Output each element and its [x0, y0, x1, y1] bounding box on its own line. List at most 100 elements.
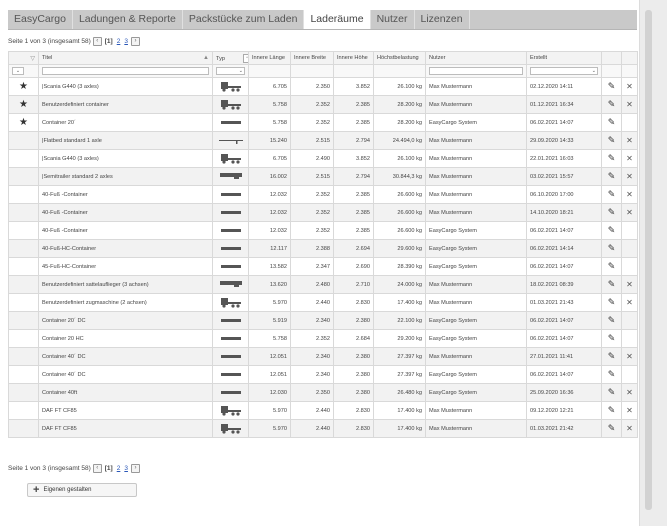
- favorite-cell[interactable]: [8, 239, 39, 258]
- favorite-cell[interactable]: [8, 293, 39, 312]
- table-row[interactable]: |Scania G440 (3 axles) 6.705 2.490 3.852 26.…: [8, 149, 638, 168]
- pager-next-button[interactable]: ›: [130, 464, 140, 473]
- favorite-cell[interactable]: [8, 329, 39, 348]
- col-title-header[interactable]: Titel ▲: [38, 51, 213, 65]
- pencil-icon[interactable]: ✎: [608, 153, 616, 163]
- close-icon[interactable]: ✕: [626, 352, 633, 361]
- tab-ladungen-reporte[interactable]: Ladungen & Reporte: [73, 10, 183, 29]
- favorite-cell[interactable]: [8, 221, 39, 240]
- tab-packstuecke[interactable]: Packstücke zum Laden: [183, 10, 305, 29]
- favorite-cell[interactable]: [8, 203, 39, 222]
- filter-user-input[interactable]: [429, 67, 523, 75]
- page-scrollbar[interactable]: [639, 0, 667, 526]
- star-icon[interactable]: ★: [19, 117, 28, 128]
- pager-page-3[interactable]: 3: [123, 465, 129, 472]
- pencil-icon[interactable]: ✎: [608, 315, 616, 325]
- col-type-header[interactable]: Typ ▫: [212, 51, 249, 65]
- close-icon[interactable]: ✕: [626, 280, 633, 289]
- table-row[interactable]: ★ |Scania G440 (3 axles) 6.705 2.350 3.852 26…: [8, 77, 638, 96]
- close-icon[interactable]: ✕: [626, 172, 633, 181]
- pencil-icon[interactable]: ✎: [608, 423, 616, 433]
- pager-prev-button[interactable]: ‹: [92, 464, 102, 473]
- pencil-icon[interactable]: ✎: [608, 171, 616, 181]
- table-row[interactable]: |Flatbed standard 1 axle 15.240 2.515 2.794…: [8, 131, 638, 150]
- close-icon[interactable]: ✕: [626, 388, 633, 397]
- pencil-icon[interactable]: ✎: [608, 135, 616, 145]
- close-icon[interactable]: ✕: [626, 100, 633, 109]
- close-icon[interactable]: ✕: [626, 406, 633, 415]
- close-icon[interactable]: ✕: [626, 82, 633, 91]
- star-icon[interactable]: ★: [19, 99, 28, 110]
- col-created-header[interactable]: Erstellt: [526, 51, 602, 65]
- table-row[interactable]: Container 40´ DC 12.051 2.340 2.380 27.397 k…: [8, 365, 638, 384]
- favorite-cell[interactable]: ★: [8, 95, 39, 114]
- pencil-icon[interactable]: ✎: [608, 297, 616, 307]
- favorite-cell[interactable]: [8, 185, 39, 204]
- filter-favorite-select[interactable]: ⌄: [12, 67, 24, 75]
- table-row[interactable]: DAF FT CF85 5.970 2.440 2.830 17.400 kg Max M…: [8, 419, 638, 438]
- pencil-icon[interactable]: ✎: [608, 207, 616, 217]
- filter-type-select[interactable]: ⌄: [216, 67, 245, 75]
- favorite-cell[interactable]: [8, 419, 39, 438]
- favorite-cell[interactable]: [8, 167, 39, 186]
- close-icon[interactable]: ✕: [626, 298, 633, 307]
- col-width-header[interactable]: Innere Breite: [290, 51, 334, 65]
- pencil-icon[interactable]: ✎: [608, 333, 616, 343]
- favorite-cell[interactable]: [8, 347, 39, 366]
- pager-next-button[interactable]: ›: [130, 37, 140, 46]
- star-icon[interactable]: ★: [19, 81, 28, 92]
- tab-easycargo[interactable]: EasyCargo: [8, 10, 73, 29]
- pencil-icon[interactable]: ✎: [608, 261, 616, 271]
- favorite-cell[interactable]: [8, 275, 39, 294]
- table-row[interactable]: Container 40´ DC 12.051 2.340 2.380 27.397 k…: [8, 347, 638, 366]
- favorite-cell[interactable]: [8, 149, 39, 168]
- pencil-icon[interactable]: ✎: [608, 117, 616, 127]
- col-user-header[interactable]: Nutzer: [425, 51, 527, 65]
- pencil-icon[interactable]: ✎: [608, 99, 616, 109]
- tab-lizenzen[interactable]: Lizenzen: [415, 10, 470, 29]
- type-menu-icon[interactable]: ▫: [242, 53, 248, 63]
- table-row[interactable]: 40-Fuß-HC-Container 12.117 2.388 2.694 29.60…: [8, 239, 638, 258]
- tab-laderaeume[interactable]: Laderäume: [304, 10, 371, 29]
- table-row[interactable]: Benutzerdefiniert sattelauflieger (3 ach…: [8, 275, 638, 294]
- pencil-icon[interactable]: ✎: [608, 225, 616, 235]
- table-row[interactable]: 40-Fuß -Container 12.032 2.352 2.385 26.600 …: [8, 203, 638, 222]
- filter-icon[interactable]: ▽: [30, 55, 35, 62]
- pencil-icon[interactable]: ✎: [608, 351, 616, 361]
- pager-prev-button[interactable]: ‹: [92, 37, 102, 46]
- sort-asc-icon[interactable]: ▲: [203, 55, 209, 61]
- table-row[interactable]: DAF FT CF85 5.970 2.440 2.830 17.400 kg Max M…: [8, 401, 638, 420]
- create-custom-button[interactable]: + Eigenen gestalten: [27, 483, 137, 497]
- close-icon[interactable]: ✕: [626, 424, 633, 433]
- pencil-icon[interactable]: ✎: [608, 81, 616, 91]
- pencil-icon[interactable]: ✎: [608, 279, 616, 289]
- table-row[interactable]: |Semitrailer standard 2 axles 16.002 2.515…: [8, 167, 638, 186]
- close-icon[interactable]: ✕: [626, 190, 633, 199]
- pager-page-2[interactable]: 2: [116, 465, 122, 472]
- pencil-icon[interactable]: ✎: [608, 405, 616, 415]
- page-scroll-thumb[interactable]: [645, 10, 652, 510]
- table-row[interactable]: Benutzerdefiniert zugmaschine (2 achsen)…: [8, 293, 638, 312]
- pencil-icon[interactable]: ✎: [608, 189, 616, 199]
- pager-page-2[interactable]: 2: [116, 38, 122, 45]
- tab-nutzer[interactable]: Nutzer: [371, 10, 415, 29]
- pencil-icon[interactable]: ✎: [608, 387, 616, 397]
- favorite-cell[interactable]: [8, 257, 39, 276]
- table-row[interactable]: 40-Fuß -Container 12.032 2.352 2.385 26.600 …: [8, 185, 638, 204]
- close-icon[interactable]: ✕: [626, 136, 633, 145]
- pencil-icon[interactable]: ✎: [608, 369, 616, 379]
- table-row[interactable]: Container 20 HC 5.758 2.352 2.684 29.200 kg E…: [8, 329, 638, 348]
- favorite-cell[interactable]: ★: [8, 113, 39, 132]
- favorite-cell[interactable]: [8, 401, 39, 420]
- pager-page-3[interactable]: 3: [123, 38, 129, 45]
- favorite-cell[interactable]: [8, 383, 39, 402]
- table-row[interactable]: Container 40ft 12.030 2.350 2.380 26.480 kg E…: [8, 383, 638, 402]
- close-icon[interactable]: ✕: [626, 154, 633, 163]
- filter-created-select[interactable]: ⌄: [530, 67, 598, 75]
- favorite-cell[interactable]: [8, 365, 39, 384]
- favorite-cell[interactable]: [8, 131, 39, 150]
- pencil-icon[interactable]: ✎: [608, 243, 616, 253]
- favorite-cell[interactable]: ★: [8, 77, 39, 96]
- col-load-header[interactable]: Höchstbelastung: [373, 51, 426, 65]
- table-row[interactable]: 40-Fuß -Container 12.032 2.352 2.385 26.600 …: [8, 221, 638, 240]
